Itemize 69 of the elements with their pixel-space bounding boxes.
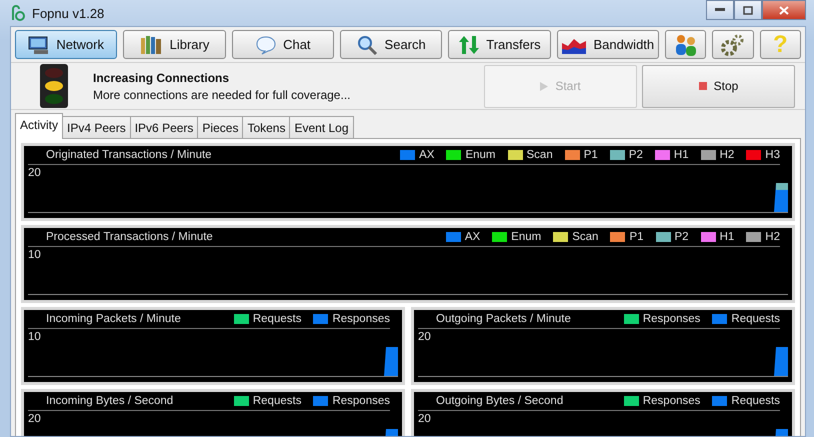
legend-label: P2 [628,149,643,161]
legend-label: Requests [252,395,302,407]
speech-bubble-icon [255,34,278,54]
scale-label: 10 [28,330,42,343]
up-down-arrows-icon [458,34,480,56]
toolbar-button[interactable]: Bandwidth [556,30,659,59]
legend-label: Responses [642,313,700,325]
window-title: Fopnu v1.28 [32,6,106,20]
legend-label: Scan [526,149,553,161]
graph-title: Outgoing Bytes / Second [436,395,564,407]
legend-label: AX [464,231,480,243]
maximize-icon [743,6,753,14]
maximize-button[interactable] [734,0,762,20]
legend-label: Enum [465,149,496,161]
search-icon [356,34,379,54]
status-title: Increasing Connections [93,70,230,84]
legend-label: Responses [332,395,390,407]
legend-label: H3 [765,149,780,161]
graph-title: Processed Transactions / Minute [46,231,214,243]
traffic-light-icon [39,63,69,109]
legend-label: P1 [584,149,598,161]
scale-label: 20 [28,412,42,425]
toolbar-button[interactable]: Network [15,30,118,59]
graph-title: Incoming Bytes / Second [46,395,174,407]
tab[interactable]: Pieces [197,116,244,138]
tab[interactable]: Event Log [289,116,354,138]
tab[interactable]: IPv6 Peers [130,116,198,138]
toolbar-button[interactable]: Chat [232,30,334,59]
toolbar-button[interactable]: Library [123,30,226,59]
legend-label: Responses [332,313,390,325]
users-button[interactable] [664,30,706,59]
close-button[interactable] [762,0,806,20]
scale-label: 20 [418,412,432,425]
app-logo-icon [10,5,26,21]
legend-label: Responses [642,395,700,407]
gears-icon [720,32,746,56]
graph-title: Originated Transactions / Minute [46,149,213,161]
legend-label: P1 [629,231,644,243]
tab[interactable]: IPv4 Peers [62,116,131,138]
legend-label: Scan [572,231,598,243]
legend-label: Requests [731,395,780,407]
tab[interactable]: Tokens [242,116,290,138]
toolbar-button[interactable]: Search [340,30,442,59]
legend-label: AX [419,149,434,161]
legend-label: Enum [511,231,542,243]
monitor-icon [28,34,50,54]
legend-label: Requests [252,313,302,325]
scale-label: 20 [28,166,42,179]
tab[interactable]: Activity [15,113,64,139]
stop-button[interactable]: Stop [642,64,795,108]
scale-label: 10 [28,248,42,261]
settings-button[interactable] [712,30,754,59]
books-icon [140,34,164,54]
status-message: More connections are needed for full coverage... [93,88,352,102]
stop-icon [698,82,707,90]
legend-label: H2 [765,231,780,243]
legend-label: H2 [720,149,734,161]
legend-label: H1 [720,231,734,243]
minimize-button[interactable] [706,0,734,20]
legend-label: P2 [674,231,689,243]
close-icon [779,6,789,14]
legend-label: H1 [674,149,689,161]
minimize-icon [715,8,725,12]
scale-label: 20 [418,330,432,343]
legend-label: Requests [731,313,780,325]
graph-title: Incoming Packets / Minute [46,313,182,325]
toolbar-button[interactable]: Transfers [448,30,551,59]
play-icon [540,82,548,90]
graph-title: Outgoing Packets / Minute [436,313,572,325]
